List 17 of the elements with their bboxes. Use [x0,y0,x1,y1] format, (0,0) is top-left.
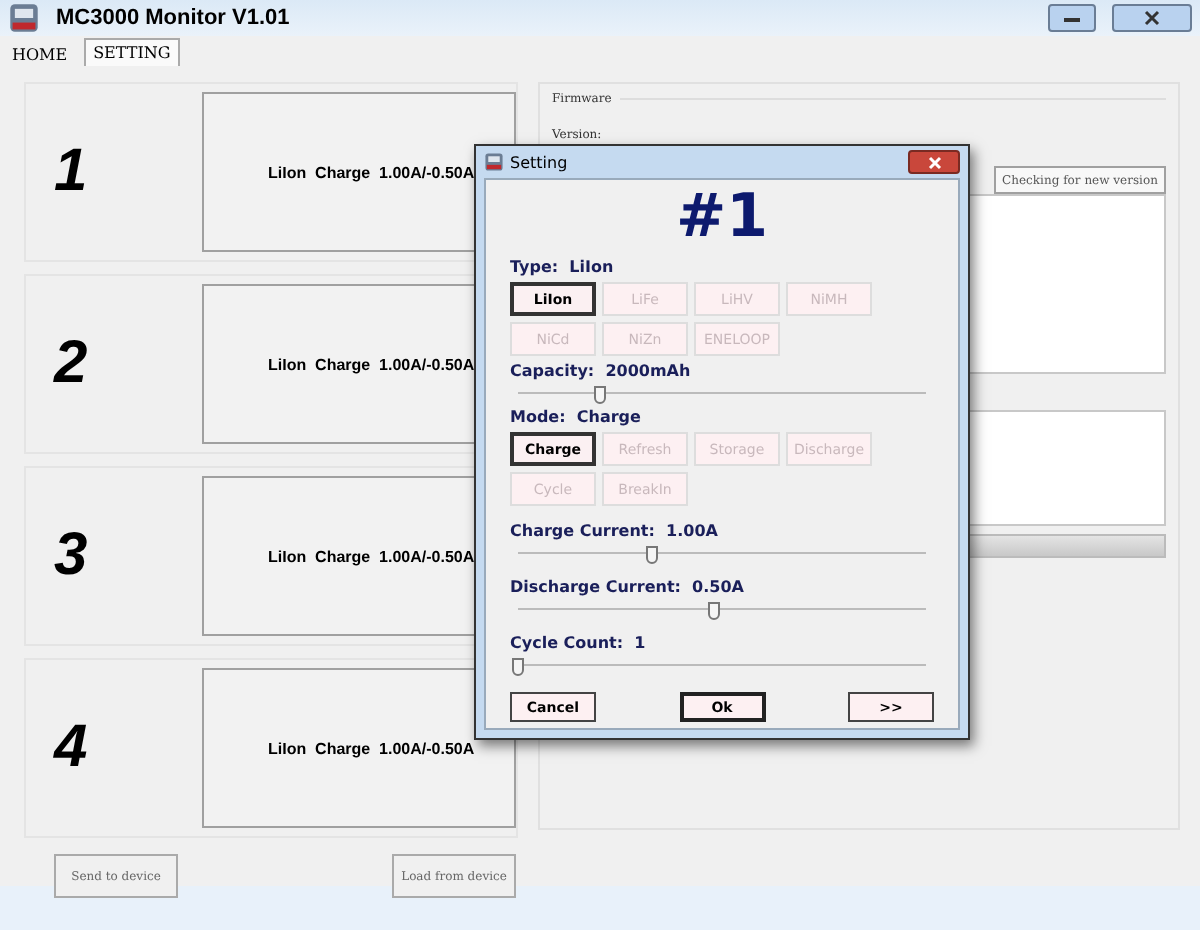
mode-label: Mode: Charge [510,408,643,426]
slot-summary: LiIon Charge 1.00A/-0.50A [268,355,475,373]
slot-summary: LiIon Charge 1.00A/-0.50A [268,547,475,565]
slot-heading: #1 [675,184,768,252]
slot-summary: LiIon Charge 1.00A/-0.50A [268,163,475,181]
slot-number: 2 [51,328,90,400]
dialog-title: Setting [510,153,570,171]
slider-label: Cycle Count: 1 [510,634,648,652]
type-label: Type: LiIon [510,258,616,276]
slider-label: Charge Current: 1.00A [510,522,720,540]
slot-number: 1 [52,136,90,208]
slider-label: Discharge Current: 0.50A [510,578,746,596]
slot-number: 4 [51,712,90,784]
slot-number: 3 [52,520,90,592]
window-title: MC3000 Monitor V1.01 [56,6,292,30]
slot-summary: LiIon Charge 1.00A/-0.50A [268,739,475,757]
capacity-label: Capacity: 2000mAh [510,362,693,380]
